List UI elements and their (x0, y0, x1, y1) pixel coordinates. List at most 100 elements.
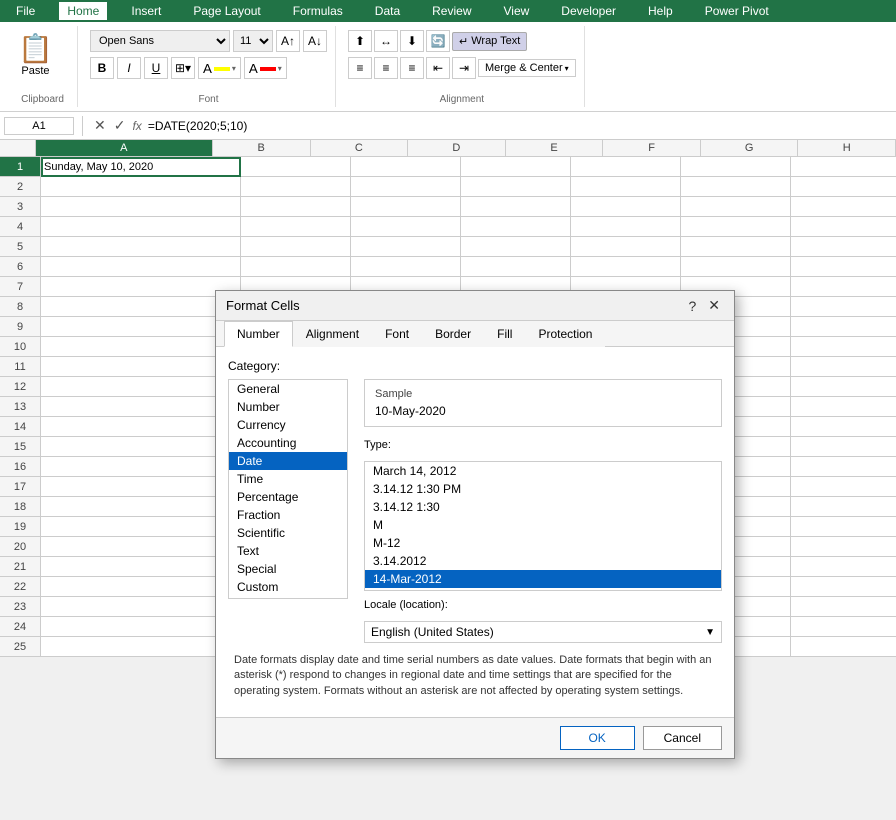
category-time[interactable]: Time (229, 470, 347, 488)
wrap-text-button[interactable]: ↵ Wrap Text (452, 32, 527, 51)
ok-button[interactable]: OK (560, 726, 635, 750)
tab-number[interactable]: Number (224, 321, 293, 347)
tab-power-pivot[interactable]: Power Pivot (697, 2, 777, 20)
row-num-13[interactable]: 13 (0, 397, 40, 417)
tab-protection[interactable]: Protection (525, 321, 605, 347)
orientation-btn[interactable]: 🔄 (426, 30, 450, 52)
type-m-12[interactable]: M-12 (365, 534, 721, 552)
tab-review[interactable]: Review (424, 2, 479, 20)
row-num-4[interactable]: 4 (0, 217, 40, 237)
font-color-button[interactable]: A ▾ (244, 57, 287, 79)
cell-b1[interactable] (241, 157, 351, 177)
type-3-14-12-1-30[interactable]: 3.14.12 1:30 (365, 498, 721, 516)
cell-a2[interactable] (41, 177, 241, 197)
row-num-16[interactable]: 16 (0, 457, 40, 477)
tab-developer[interactable]: Developer (553, 2, 624, 20)
col-header-a[interactable]: A (36, 140, 213, 156)
increase-font-btn[interactable]: A↑ (276, 30, 300, 52)
row-num-21[interactable]: 21 (0, 557, 40, 577)
row-num-7[interactable]: 7 (0, 277, 40, 297)
italic-button[interactable]: I (117, 57, 141, 79)
cell-reference-box[interactable] (4, 117, 74, 135)
tab-fill[interactable]: Fill (484, 321, 525, 347)
cell-e1[interactable] (571, 157, 681, 177)
row-num-3[interactable]: 3 (0, 197, 40, 217)
decrease-font-btn[interactable]: A↓ (303, 30, 327, 52)
tab-border[interactable]: Border (422, 321, 484, 347)
category-list[interactable]: General Number Currency Accounting Date … (228, 379, 348, 599)
row-num-14[interactable]: 14 (0, 417, 40, 437)
cancel-button[interactable]: Cancel (643, 726, 722, 750)
align-middle-btn[interactable]: ↔ (374, 30, 398, 52)
col-header-c[interactable]: C (311, 140, 409, 156)
col-header-h[interactable]: H (798, 140, 896, 156)
align-center-btn[interactable]: ≡ (374, 57, 398, 79)
merge-center-button[interactable]: Merge & Center ▾ (478, 59, 576, 77)
cell-a1[interactable]: Sunday, May 10, 2020 (41, 157, 241, 177)
category-special[interactable]: Special (229, 560, 347, 578)
row-num-22[interactable]: 22 (0, 577, 40, 597)
category-text[interactable]: Text (229, 542, 347, 560)
cell-a3[interactable] (41, 197, 241, 217)
align-left-btn[interactable]: ≡ (348, 57, 372, 79)
row-num-20[interactable]: 20 (0, 537, 40, 557)
row-num-9[interactable]: 9 (0, 317, 40, 337)
type-m[interactable]: M (365, 516, 721, 534)
tab-view[interactable]: View (496, 2, 538, 20)
category-general[interactable]: General (229, 380, 347, 398)
align-bottom-btn[interactable]: ⬇ (400, 30, 424, 52)
category-custom[interactable]: Custom (229, 578, 347, 596)
col-header-e[interactable]: E (506, 140, 604, 156)
category-scientific[interactable]: Scientific (229, 524, 347, 542)
category-date[interactable]: Date (229, 452, 347, 470)
type-list[interactable]: March 14, 2012 3.14.12 1:30 PM 3.14.12 1… (364, 461, 722, 591)
row-num-24[interactable]: 24 (0, 617, 40, 637)
tab-alignment[interactable]: Alignment (293, 321, 372, 347)
underline-button[interactable]: U (144, 57, 168, 79)
border-button[interactable]: ⊞▾ (171, 57, 195, 79)
font-size-select[interactable]: 11 (233, 30, 273, 52)
col-header-d[interactable]: D (408, 140, 506, 156)
col-header-f[interactable]: F (603, 140, 701, 156)
tab-data[interactable]: Data (367, 2, 408, 20)
col-header-g[interactable]: G (701, 140, 799, 156)
tab-insert[interactable]: Insert (123, 2, 169, 20)
cell-d1[interactable] (461, 157, 571, 177)
tab-file[interactable]: File (8, 2, 43, 20)
row-num-17[interactable]: 17 (0, 477, 40, 497)
cell-f1[interactable] (681, 157, 791, 177)
category-accounting[interactable]: Accounting (229, 434, 347, 452)
formula-input[interactable] (146, 117, 892, 135)
fill-color-button[interactable]: A ▾ (198, 57, 241, 79)
row-num-25[interactable]: 25 (0, 637, 40, 657)
row-num-6[interactable]: 6 (0, 257, 40, 277)
type-3-14-2012[interactable]: 3.14.2012 (365, 552, 721, 570)
row-num-11[interactable]: 11 (0, 357, 40, 377)
dialog-close-btn[interactable]: ✕ (704, 297, 724, 314)
cancel-formula-btn[interactable]: ✕ (91, 117, 109, 134)
row-num-15[interactable]: 15 (0, 437, 40, 457)
category-currency[interactable]: Currency (229, 416, 347, 434)
cell-g1[interactable] (791, 157, 896, 177)
type-march-14[interactable]: March 14, 2012 (365, 462, 721, 480)
type-3-14-12-1-30pm[interactable]: 3.14.12 1:30 PM (365, 480, 721, 498)
tab-page-layout[interactable]: Page Layout (185, 2, 268, 20)
col-header-b[interactable]: B (213, 140, 311, 156)
row-num-12[interactable]: 12 (0, 377, 40, 397)
align-top-btn[interactable]: ⬆ (348, 30, 372, 52)
row-num-8[interactable]: 8 (0, 297, 40, 317)
bold-button[interactable]: B (90, 57, 114, 79)
row-num-2[interactable]: 2 (0, 177, 40, 197)
type-14-mar-2012[interactable]: 14-Mar-2012 (365, 570, 721, 588)
row-num-5[interactable]: 5 (0, 237, 40, 257)
row-num-18[interactable]: 18 (0, 497, 40, 517)
row-num-23[interactable]: 23 (0, 597, 40, 617)
category-percentage[interactable]: Percentage (229, 488, 347, 506)
category-fraction[interactable]: Fraction (229, 506, 347, 524)
tab-font[interactable]: Font (372, 321, 422, 347)
category-number[interactable]: Number (229, 398, 347, 416)
tab-help[interactable]: Help (640, 2, 681, 20)
indent-increase-btn[interactable]: ⇥ (452, 57, 476, 79)
cell-c1[interactable] (351, 157, 461, 177)
confirm-formula-btn[interactable]: ✓ (111, 117, 129, 134)
